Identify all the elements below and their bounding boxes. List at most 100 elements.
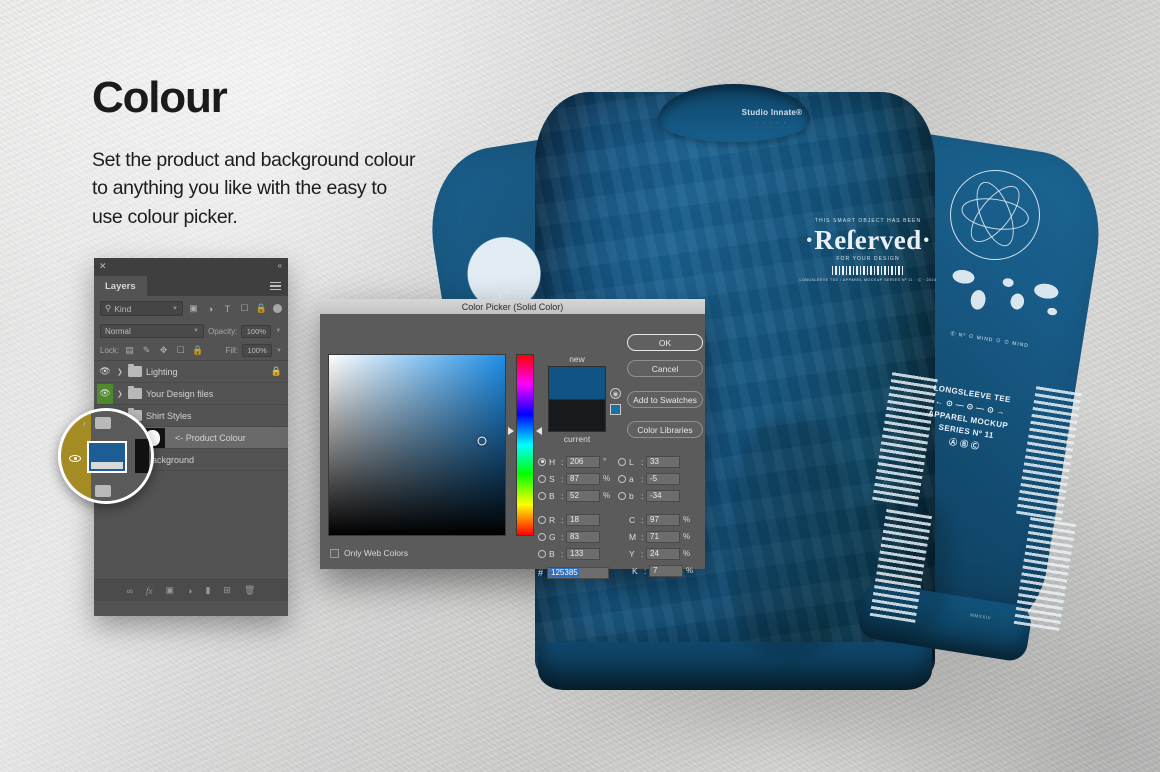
add-to-swatches-button[interactable]: Add to Swatches	[627, 391, 703, 408]
opacity-label: Opacity:	[208, 326, 238, 336]
ok-button[interactable]: OK	[627, 334, 703, 351]
input-saturation[interactable]: 87	[566, 472, 600, 485]
panel-tab-row: Layers	[94, 276, 288, 296]
radio-lab-l[interactable]	[618, 457, 626, 466]
input-green[interactable]: 83	[566, 530, 600, 543]
radio-green[interactable]	[538, 532, 546, 541]
hue-slider[interactable]	[516, 354, 534, 536]
input-yellow[interactable]: 24	[646, 547, 680, 560]
folder-icon	[95, 485, 111, 497]
input-lab-l[interactable]: 33	[646, 455, 680, 468]
blend-mode-select[interactable]: Normal ▼	[100, 324, 204, 338]
unit-cyan: %	[683, 515, 691, 524]
input-lab-a[interactable]: -5	[646, 472, 680, 485]
chevron-down-icon[interactable]: ▼	[275, 328, 281, 334]
close-icon[interactable]: ✕	[99, 262, 107, 271]
input-red[interactable]: 18	[566, 513, 600, 526]
new-group-icon[interactable]: ▮	[205, 585, 210, 596]
radio-blue[interactable]	[538, 549, 546, 558]
type-layers-icon[interactable]: T	[221, 302, 234, 315]
link-icon[interactable]: ∞	[127, 586, 133, 596]
filter-toggle-switch[interactable]	[273, 304, 282, 313]
layer-row-lighting[interactable]: 👁 ❯ Lighting 🔒	[94, 361, 288, 383]
chest-print-barcode	[832, 266, 904, 276]
add-mask-icon[interactable]: ▣	[166, 585, 175, 596]
layer-name: <- Product Colour	[175, 432, 246, 443]
lock-transparent-pixels-icon[interactable]: ▤	[123, 344, 136, 357]
label-blue: B	[549, 548, 555, 559]
chevron-right-icon[interactable]: ❯	[117, 368, 124, 376]
input-black[interactable]: 7	[649, 564, 684, 577]
input-hue[interactable]: 206	[566, 455, 600, 468]
search-icon: ⚲	[105, 303, 112, 313]
label-red: R	[549, 514, 556, 525]
unit-black: %	[686, 566, 694, 575]
only-web-colors-checkbox[interactable]: Only Web Colors	[330, 548, 408, 558]
checkbox-box[interactable]	[330, 548, 339, 558]
input-magenta[interactable]: 71	[646, 530, 680, 543]
cancel-button[interactable]: Cancel	[627, 360, 703, 377]
swatch-current[interactable]	[548, 399, 606, 432]
layer-row-your-design-files[interactable]: 👁 ❯ Your Design files	[94, 383, 288, 405]
field-group-blue: B : 133	[538, 547, 600, 560]
lock-all-icon[interactable]: 🔒	[191, 344, 204, 357]
layer-visibility-icon[interactable]: 👁	[97, 383, 113, 404]
lock-icon[interactable]: 🔒	[271, 366, 282, 377]
shape-layers-icon[interactable]: ☐	[238, 302, 251, 315]
color-picker-dialog[interactable]: Color Picker (Solid Color) new current ◉…	[320, 299, 705, 579]
copy-block: Colour Set the product and background co…	[92, 76, 422, 231]
hex-field-group: # 125385	[538, 566, 610, 579]
layer-visibility-icon[interactable]: 👁	[97, 362, 113, 382]
input-cyan[interactable]: 97	[646, 513, 680, 526]
hue-slider-handle-left[interactable]	[508, 427, 514, 436]
input-blue[interactable]: 133	[566, 547, 600, 560]
field-row-r-c: R : 18 C : 97 %	[538, 512, 698, 527]
color-field-marker[interactable]	[477, 436, 487, 446]
saturation-brightness-field[interactable]	[328, 354, 506, 536]
radio-hue[interactable]	[538, 457, 546, 466]
collapse-panel-icon[interactable]: «	[278, 262, 282, 270]
delete-layer-icon[interactable]: 🗑	[244, 585, 255, 596]
tab-layers-label: Layers	[105, 280, 136, 292]
chevron-right-icon[interactable]: ❯	[117, 390, 124, 398]
radio-saturation[interactable]	[538, 474, 546, 483]
lock-artboard-icon[interactable]: ☐	[174, 344, 187, 357]
page-subtitle: Set the product and background colour to…	[92, 149, 416, 228]
smart-object-icon[interactable]: 🔒	[255, 302, 268, 315]
chevron-down-icon[interactable]: ▼	[276, 348, 282, 354]
color-swatch-preview: new current	[548, 354, 606, 444]
field-group-lab-b: b : -34	[618, 489, 680, 502]
fx-icon[interactable]: fx	[146, 586, 153, 596]
lock-position-icon[interactable]: ✥	[157, 344, 170, 357]
non-web-safe-warning-icon[interactable]	[610, 404, 621, 415]
input-hex[interactable]: 125385	[547, 566, 610, 579]
lock-image-pixels-icon[interactable]: ✎	[140, 344, 153, 357]
swatch-new[interactable]	[548, 366, 606, 399]
fill-value[interactable]: 100%	[242, 344, 273, 357]
radio-lab-a[interactable]	[618, 474, 626, 483]
input-lab-b[interactable]: -34	[646, 489, 680, 502]
opacity-value[interactable]: 100%	[241, 324, 272, 338]
color-libraries-button[interactable]: Color Libraries	[627, 421, 703, 438]
tab-layers[interactable]: Layers	[94, 276, 147, 296]
hue-slider-handle-right[interactable]	[536, 427, 542, 436]
filter-kind-select[interactable]: ⚲ Kind ▼	[100, 301, 183, 316]
neck-label-brand: Studio Innate®	[741, 108, 803, 117]
input-brightness[interactable]: 52	[566, 489, 600, 502]
out-of-gamut-warning-icon[interactable]: ◉	[610, 388, 621, 399]
pixel-layers-icon[interactable]: ▣	[187, 302, 200, 315]
lock-label: Lock:	[100, 346, 120, 355]
radio-lab-b[interactable]	[618, 491, 626, 500]
neck-label: Studio Innate® · · · · ·	[722, 108, 822, 125]
chevron-right-icon: ›	[83, 419, 86, 428]
radio-brightness[interactable]	[538, 491, 546, 500]
label-h: H	[549, 456, 556, 467]
adjustment-icon[interactable]: ◑	[187, 586, 192, 596]
radio-red[interactable]	[538, 515, 546, 524]
chevron-down-icon: ▼	[193, 328, 199, 334]
new-layer-icon[interactable]: ⊞	[223, 585, 231, 596]
field-group-magenta: M : 71 %	[618, 530, 692, 543]
panel-menu-icon[interactable]	[270, 282, 281, 292]
adjustment-layers-icon[interactable]: ◑	[204, 302, 217, 315]
folder-icon	[128, 363, 142, 377]
